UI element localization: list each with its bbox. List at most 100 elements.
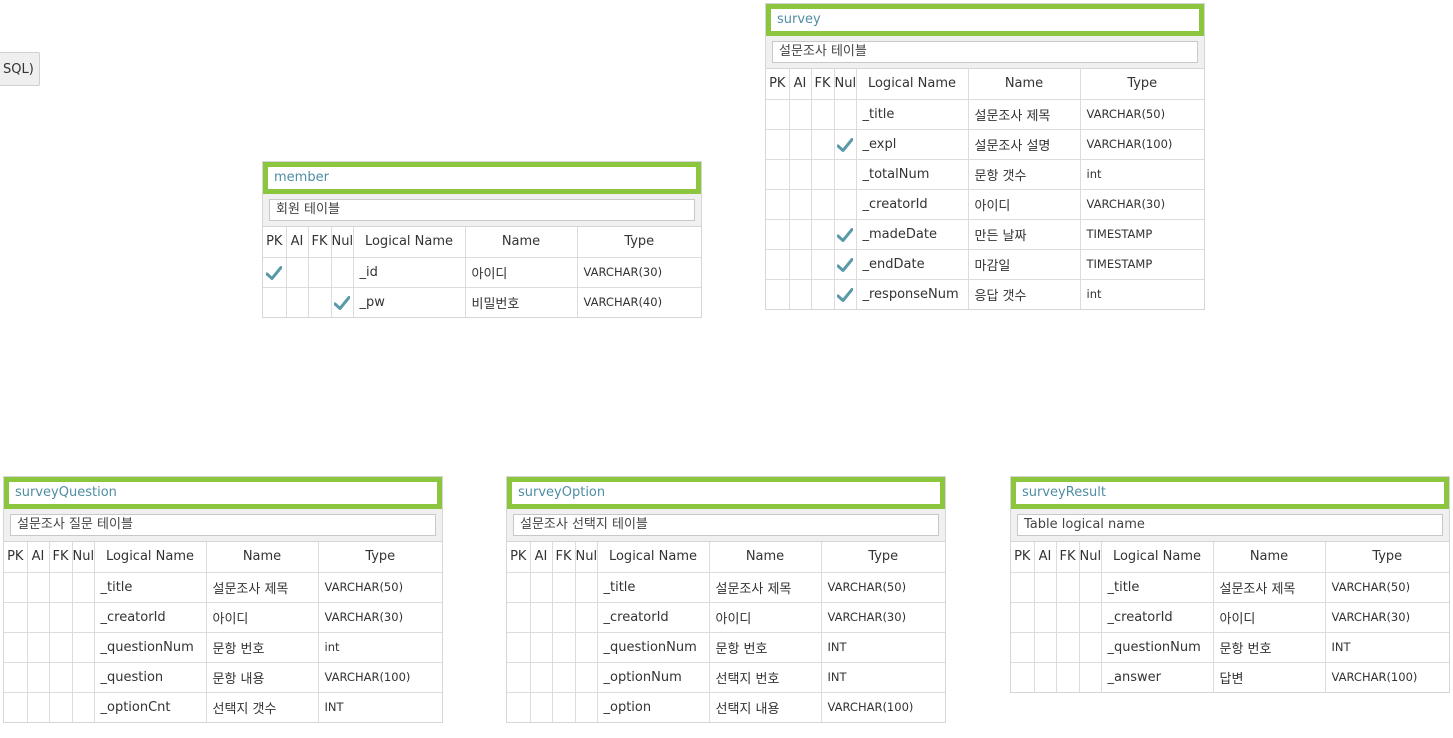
column-type[interactable]: int <box>1079 158 1204 190</box>
column-logical-name[interactable]: _madeDate <box>855 218 969 250</box>
ai-cell[interactable] <box>788 98 812 130</box>
ai-cell[interactable] <box>788 188 812 220</box>
null-cell[interactable] <box>574 571 598 603</box>
table-logical-name-field[interactable]: 설문조사 질문 테이블 <box>10 514 436 536</box>
column-logical-name[interactable]: _creatorId <box>93 601 207 633</box>
column-name[interactable]: 설문조사 제목 <box>1212 571 1326 603</box>
pk-cell[interactable] <box>263 286 287 317</box>
table-name-field[interactable]: surveyResult <box>1011 477 1449 509</box>
column-logical-name[interactable]: _creatorId <box>596 601 710 633</box>
column-logical-name[interactable]: _question <box>93 661 207 693</box>
column-name[interactable]: 아이디 <box>1212 601 1326 633</box>
null-cell[interactable] <box>833 158 857 190</box>
ai-cell[interactable] <box>26 601 50 633</box>
null-cell[interactable] <box>574 631 598 663</box>
fk-cell[interactable] <box>810 188 835 220</box>
column-logical-name[interactable]: _questionNum <box>93 631 207 663</box>
column-name[interactable]: 마감일 <box>967 248 1081 280</box>
ai-cell[interactable] <box>788 128 812 160</box>
column-type[interactable]: VARCHAR(100) <box>1079 128 1204 160</box>
ai-cell[interactable] <box>26 691 50 722</box>
column-type[interactable]: VARCHAR(30) <box>1324 601 1449 633</box>
pk-cell[interactable] <box>507 631 531 663</box>
column-name[interactable]: 선택지 내용 <box>708 691 822 722</box>
column-name[interactable]: 설문조사 제목 <box>967 98 1081 130</box>
null-cell[interactable] <box>833 218 857 250</box>
null-cell[interactable] <box>1078 571 1102 603</box>
column-logical-name[interactable]: _creatorId <box>1100 601 1214 633</box>
null-cell[interactable] <box>71 631 95 663</box>
table-name-field[interactable]: surveyOption <box>507 477 945 509</box>
column-type[interactable]: int <box>317 631 442 663</box>
fk-cell[interactable] <box>48 691 73 722</box>
ai-cell[interactable] <box>1033 631 1057 663</box>
null-cell[interactable] <box>833 98 857 130</box>
null-cell[interactable] <box>71 661 95 693</box>
ai-cell[interactable] <box>529 571 553 603</box>
ai-cell[interactable] <box>26 661 50 693</box>
column-name[interactable]: 비밀번호 <box>464 286 578 317</box>
fk-cell[interactable] <box>48 601 73 633</box>
fk-cell[interactable] <box>551 661 576 693</box>
column-logical-name[interactable]: _responseNum <box>855 278 969 309</box>
ai-cell[interactable] <box>788 248 812 280</box>
column-logical-name[interactable]: _option <box>596 691 710 722</box>
column-name[interactable]: 선택지 번호 <box>708 661 822 693</box>
ai-cell[interactable] <box>1033 571 1057 603</box>
null-cell[interactable] <box>330 256 354 288</box>
pk-cell[interactable] <box>1011 571 1035 603</box>
null-cell[interactable] <box>833 278 857 309</box>
entity-survey[interactable]: survey 설문조사 테이블 PKAIFKNullLogical NameName… <box>765 3 1205 310</box>
ai-cell[interactable] <box>285 286 309 317</box>
ai-cell[interactable] <box>529 631 553 663</box>
ai-cell[interactable] <box>529 601 553 633</box>
fk-cell[interactable] <box>810 128 835 160</box>
column-name[interactable]: 문항 번호 <box>1212 631 1326 663</box>
pk-cell[interactable] <box>4 601 28 633</box>
table-logical-name-field[interactable]: 설문조사 선택지 테이블 <box>513 514 939 536</box>
column-type[interactable]: VARCHAR(30) <box>1079 188 1204 220</box>
fk-cell[interactable] <box>810 278 835 309</box>
column-name[interactable]: 문항 갯수 <box>967 158 1081 190</box>
ai-cell[interactable] <box>529 661 553 693</box>
column-logical-name[interactable]: _optionCnt <box>93 691 207 722</box>
pk-cell[interactable] <box>766 188 790 220</box>
column-name[interactable]: 설문조사 제목 <box>708 571 822 603</box>
ai-cell[interactable] <box>529 691 553 722</box>
table-logical-name-field[interactable]: Table logical name <box>1017 514 1443 536</box>
table-logical-name-field[interactable]: 설문조사 테이블 <box>772 41 1198 63</box>
null-cell[interactable] <box>71 691 95 722</box>
ai-cell[interactable] <box>285 256 309 288</box>
fk-cell[interactable] <box>48 631 73 663</box>
table-logical-name-field[interactable]: 회원 테이블 <box>269 199 695 221</box>
column-logical-name[interactable]: _answer <box>1100 661 1214 692</box>
fk-cell[interactable] <box>307 286 332 317</box>
pk-cell[interactable] <box>4 661 28 693</box>
pk-cell[interactable] <box>507 571 531 603</box>
table-name-field[interactable]: survey <box>766 4 1204 36</box>
entity-survey-question[interactable]: surveyQuestion 설문조사 질문 테이블 PKAIFKNullLogic… <box>3 476 443 723</box>
column-logical-name[interactable]: _title <box>93 571 207 603</box>
entity-survey-result[interactable]: surveyResult Table logical name PK AI FK Nul l… <box>1010 476 1450 693</box>
fk-cell[interactable] <box>1055 571 1080 603</box>
fk-cell[interactable] <box>1055 601 1080 633</box>
fk-cell[interactable] <box>810 98 835 130</box>
column-type[interactable]: VARCHAR(30) <box>576 256 701 288</box>
null-cell[interactable] <box>833 188 857 220</box>
ai-cell[interactable] <box>788 278 812 309</box>
null-cell[interactable] <box>833 248 857 280</box>
column-type[interactable]: INT <box>820 661 945 693</box>
ai-cell[interactable] <box>26 571 50 603</box>
column-name[interactable]: 답변 <box>1212 661 1326 692</box>
pk-cell[interactable] <box>507 601 531 633</box>
column-type[interactable]: VARCHAR(40) <box>576 286 701 317</box>
column-logical-name[interactable]: _creatorId <box>855 188 969 220</box>
column-type[interactable]: VARCHAR(100) <box>820 691 945 722</box>
column-name[interactable]: 선택지 갯수 <box>205 691 319 722</box>
column-logical-name[interactable]: _expl <box>855 128 969 160</box>
pk-cell[interactable] <box>766 248 790 280</box>
column-name[interactable]: 설문조사 제목 <box>205 571 319 603</box>
fk-cell[interactable] <box>810 218 835 250</box>
null-cell[interactable] <box>330 286 354 317</box>
column-logical-name[interactable]: _questionNum <box>1100 631 1214 663</box>
